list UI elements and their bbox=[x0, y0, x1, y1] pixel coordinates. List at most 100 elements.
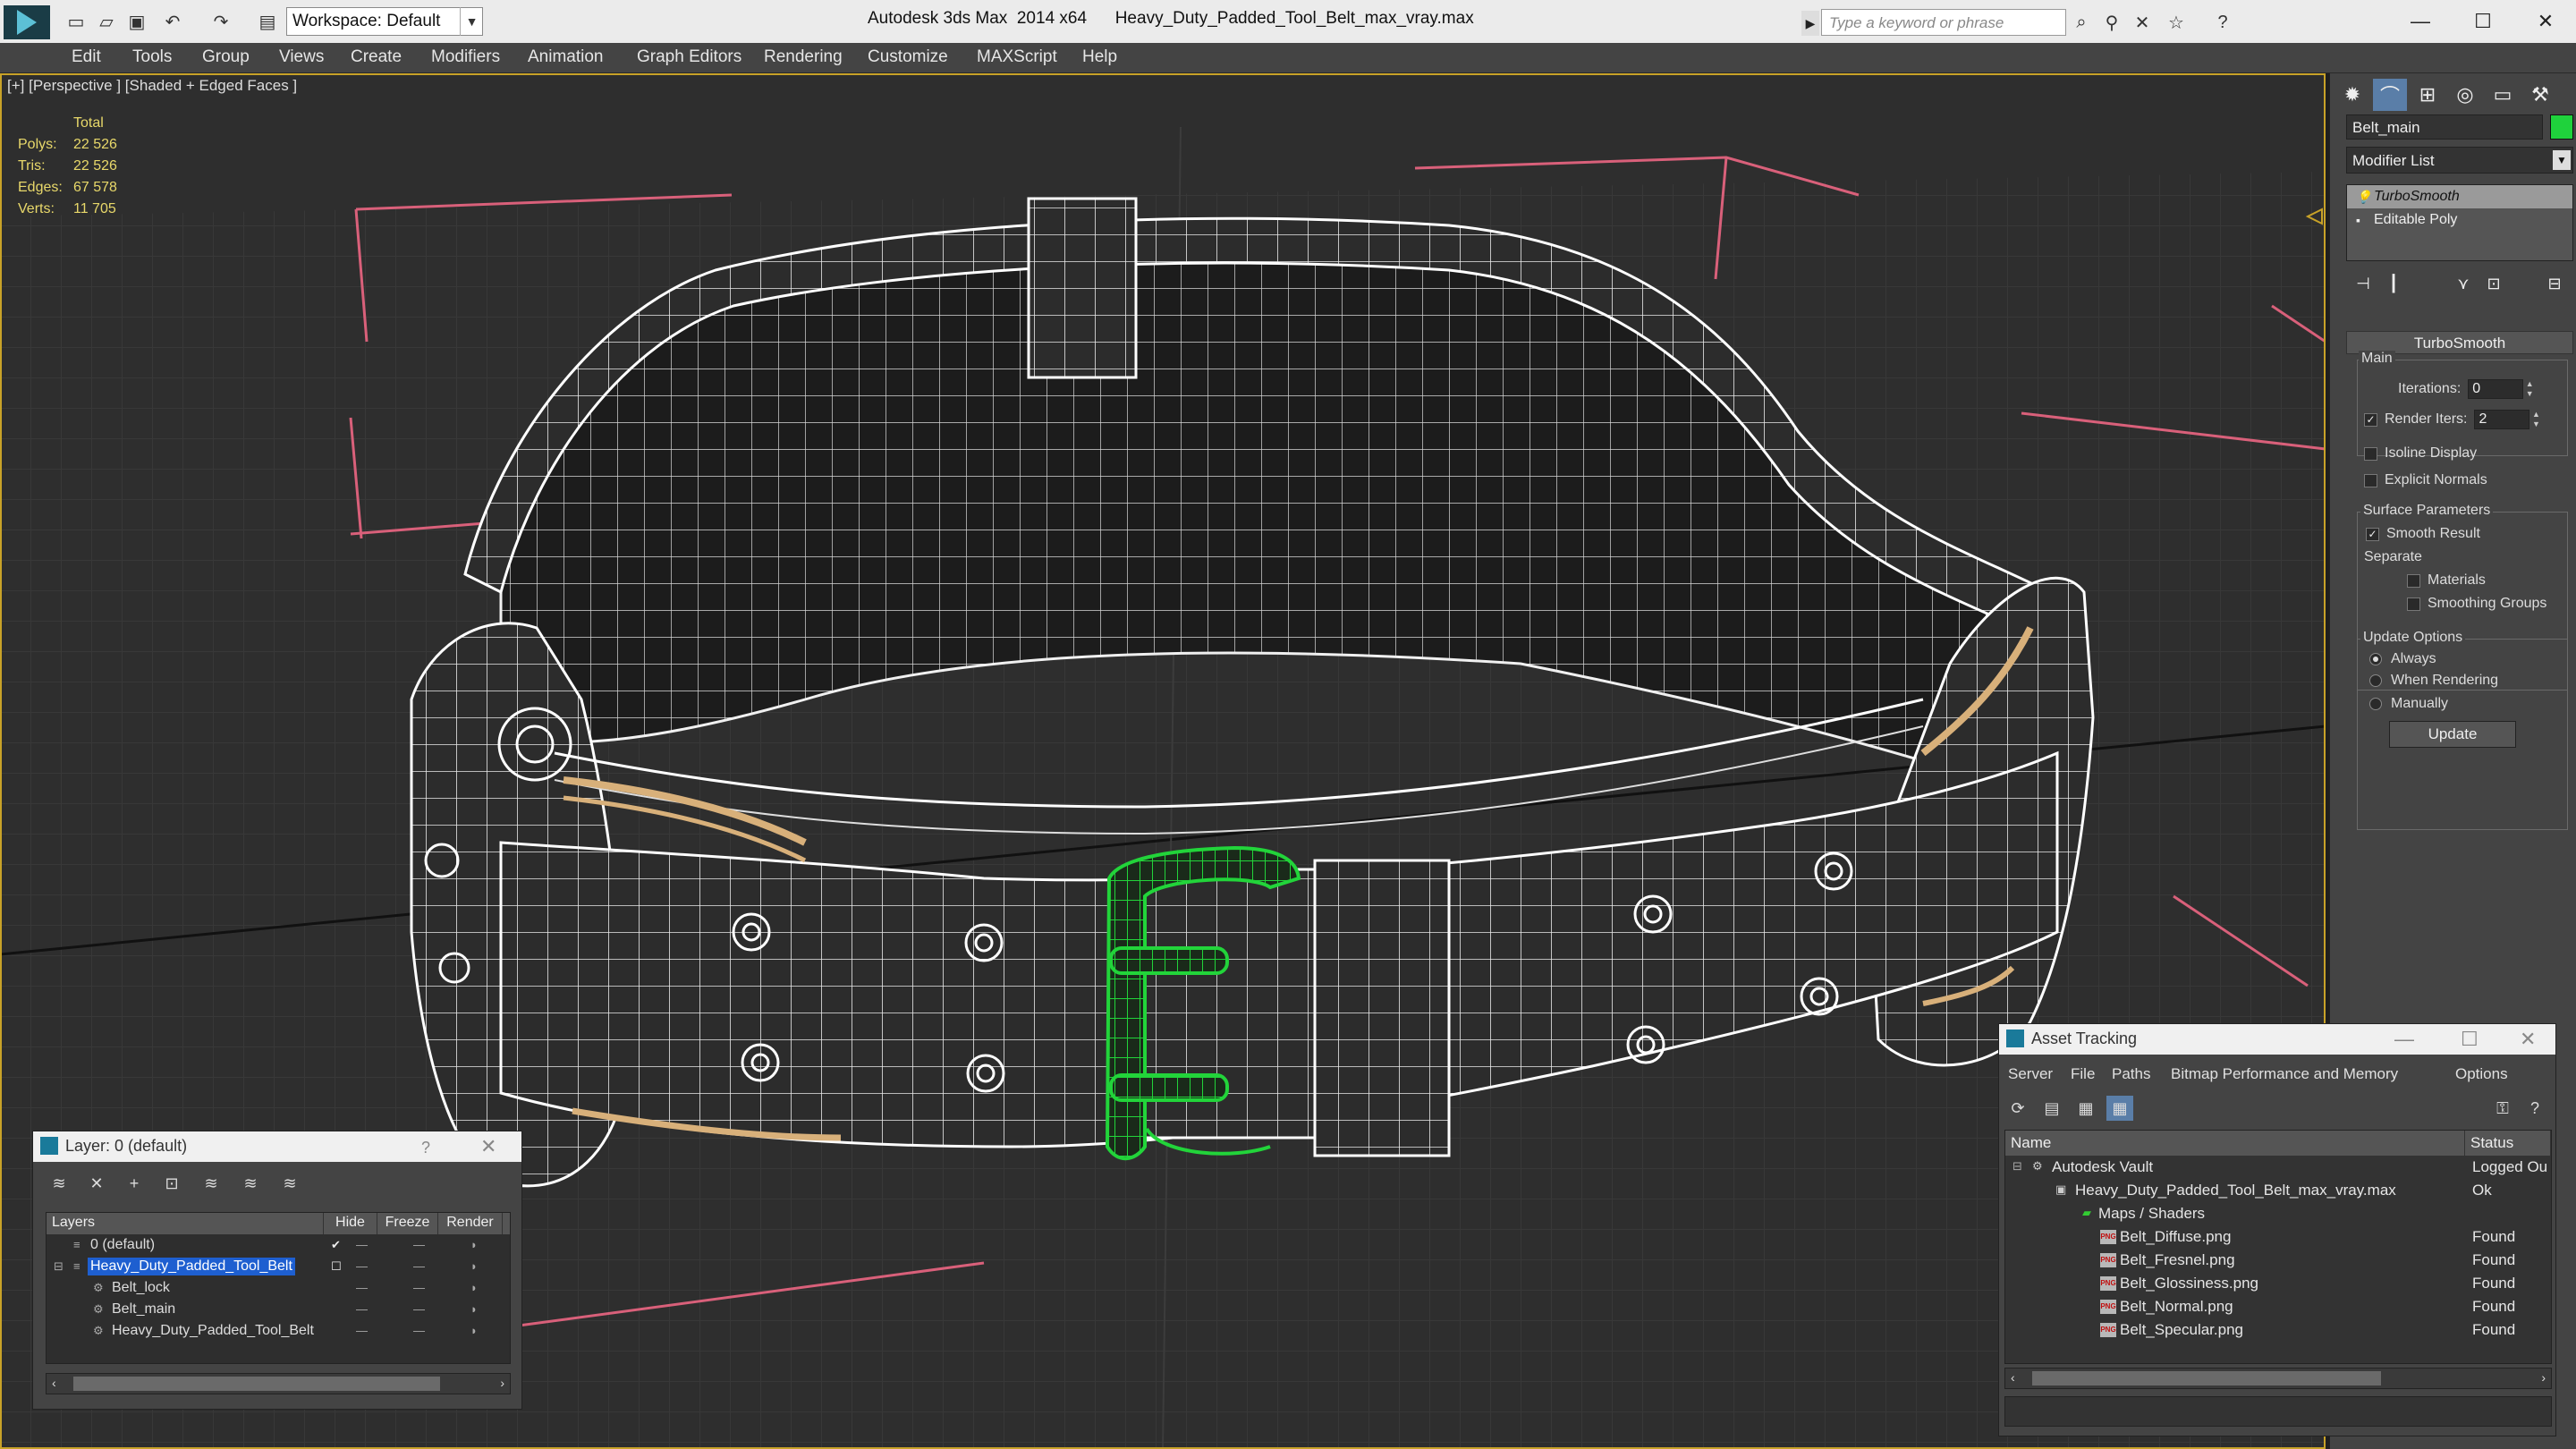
scroll-thumb[interactable] bbox=[2032, 1371, 2381, 1385]
menu-create[interactable]: Create bbox=[351, 47, 402, 67]
minimize-button[interactable]: — bbox=[2394, 4, 2447, 39]
update-when-rendering-row[interactable]: When Rendering bbox=[2369, 673, 2498, 689]
column-hide[interactable]: Hide bbox=[324, 1213, 377, 1234]
layer-row[interactable]: ≡ 0 (default) ✔ — — ◗ bbox=[47, 1234, 510, 1256]
chevron-down-icon[interactable]: ▼ bbox=[460, 7, 483, 36]
workspace-dropdown[interactable]: Workspace: Default bbox=[286, 7, 483, 36]
hide-toggle-icon[interactable]: — bbox=[356, 1281, 368, 1294]
menu-modifiers[interactable]: Modifiers bbox=[431, 47, 500, 67]
search-expand-icon[interactable]: ▶ bbox=[1801, 11, 1819, 36]
asset-row[interactable]: ⊟ ⚙ Autodesk Vault Logged Ou bbox=[2005, 1156, 2551, 1179]
add-to-layer-icon[interactable]: + bbox=[121, 1171, 148, 1196]
asset-menu-paths[interactable]: Paths bbox=[2112, 1065, 2150, 1083]
hide-all-layers-icon[interactable]: ≋ bbox=[237, 1171, 264, 1196]
vault-login-icon[interactable]: ⚿ bbox=[2489, 1096, 2516, 1121]
asset-row[interactable]: PNG Belt_Diffuse.png Found bbox=[2005, 1225, 2551, 1249]
iterations-spinner[interactable]: 0 bbox=[2468, 379, 2524, 399]
horizontal-scrollbar[interactable]: ‹ › bbox=[46, 1373, 511, 1394]
menu-rendering[interactable]: Rendering bbox=[764, 47, 843, 67]
layer-row[interactable]: ⚙ Belt_lock — — ◗ bbox=[47, 1277, 510, 1299]
spinner-arrows-icon[interactable]: ▲ ▼ bbox=[2523, 379, 2536, 399]
highlight-layer-icon[interactable]: ≋ bbox=[198, 1171, 225, 1196]
freeze-toggle-icon[interactable]: — bbox=[413, 1238, 425, 1251]
explicit-normals-row[interactable]: Explicit Normals bbox=[2364, 472, 2487, 488]
menu-animation[interactable]: Animation bbox=[528, 47, 604, 67]
asset-row[interactable]: PNG Belt_Normal.png Found bbox=[2005, 1295, 2551, 1318]
refresh-icon[interactable]: ⟳ bbox=[2004, 1096, 2031, 1121]
redo-icon[interactable]: ↷ bbox=[208, 9, 234, 34]
display-tab-icon[interactable]: ▭ bbox=[2486, 79, 2520, 111]
render-teapot-icon[interactable]: ◗ bbox=[470, 1302, 478, 1316]
freeze-all-layers-icon[interactable]: ≋ bbox=[276, 1171, 303, 1196]
list-view-icon[interactable]: ▤ bbox=[2038, 1096, 2065, 1121]
explicit-normals-checkbox[interactable] bbox=[2364, 473, 2377, 487]
table-view-icon[interactable]: ▦ bbox=[2106, 1096, 2133, 1121]
app-logo-icon[interactable] bbox=[4, 5, 50, 39]
freeze-toggle-icon[interactable]: — bbox=[413, 1302, 425, 1316]
favorites-star-icon[interactable]: ☆ bbox=[2163, 11, 2190, 34]
render-iters-checkbox[interactable]: ✓ bbox=[2364, 412, 2377, 427]
asset-menu-options[interactable]: Options bbox=[2455, 1065, 2508, 1083]
undo-icon[interactable]: ↶ bbox=[159, 9, 186, 34]
configure-sets-icon[interactable]: ⊟ bbox=[2543, 272, 2566, 295]
spinner-arrows-icon[interactable]: ▲ ▼ bbox=[2529, 410, 2542, 429]
update-button[interactable]: Update bbox=[2389, 721, 2516, 748]
search-input[interactable]: Type a keyword or phrase bbox=[1821, 9, 2066, 36]
close-button[interactable]: ✕ bbox=[2519, 4, 2572, 39]
expand-plus-icon[interactable]: ▪ bbox=[2356, 213, 2360, 227]
layer-row[interactable]: ⊟ ≡ Heavy_Duty_Padded_Tool_Belt ☐ — — ◗ bbox=[47, 1256, 510, 1277]
stack-item-editable-poly[interactable]: ▪ Editable Poly bbox=[2347, 208, 2572, 232]
freeze-toggle-icon[interactable]: — bbox=[413, 1259, 425, 1273]
close-icon[interactable]: ✕ bbox=[2520, 1028, 2536, 1051]
minimize-icon[interactable]: — bbox=[2394, 1028, 2414, 1051]
maximize-button[interactable]: ☐ bbox=[2456, 4, 2510, 39]
help-icon[interactable]: ? bbox=[421, 1139, 430, 1157]
checkmark-icon[interactable]: ✔ bbox=[331, 1238, 341, 1252]
layer-row[interactable]: ⚙ Belt_main — — ◗ bbox=[47, 1299, 510, 1320]
modifier-list-dropdown[interactable]: Modifier List ▼ bbox=[2346, 147, 2573, 174]
asset-row[interactable]: ▣ Heavy_Duty_Padded_Tool_Belt_max_vray.m… bbox=[2005, 1179, 2551, 1202]
lightbulb-icon[interactable]: 💡 bbox=[2356, 190, 2371, 205]
when-rendering-radio[interactable] bbox=[2369, 674, 2382, 687]
close-icon[interactable]: ✕ bbox=[480, 1135, 496, 1158]
asset-row[interactable]: PNG Belt_Fresnel.png Found bbox=[2005, 1249, 2551, 1272]
horizontal-scrollbar[interactable]: ‹ › bbox=[2004, 1368, 2552, 1389]
show-end-result-icon[interactable]: ┃ bbox=[2382, 272, 2405, 295]
remove-modifier-icon[interactable]: ⊡ bbox=[2482, 272, 2505, 295]
isoline-display-checkbox[interactable] bbox=[2364, 446, 2377, 461]
tree-view-icon[interactable]: ▦ bbox=[2072, 1096, 2099, 1121]
render-teapot-icon[interactable]: ◗ bbox=[470, 1259, 478, 1273]
column-render[interactable]: Render bbox=[438, 1213, 503, 1234]
chevron-down-icon[interactable]: ▼ bbox=[2553, 150, 2571, 170]
asset-menu-file[interactable]: File bbox=[2071, 1065, 2095, 1083]
smooth-result-row[interactable]: ✓ Smooth Result bbox=[2366, 526, 2480, 542]
isoline-display-row[interactable]: Isoline Display bbox=[2364, 445, 2477, 462]
layer-row[interactable]: ⚙ Heavy_Duty_Padded_Tool_Belt — — ◗ bbox=[47, 1320, 510, 1342]
stack-item-turbosmooth[interactable]: 💡 TurboSmooth bbox=[2347, 185, 2572, 208]
project-folder-icon[interactable]: ▤ bbox=[254, 9, 281, 34]
scroll-left-icon[interactable]: ‹ bbox=[2011, 1370, 2015, 1385]
current-layer-box-icon[interactable]: ☐ bbox=[331, 1259, 342, 1274]
hide-toggle-icon[interactable]: — bbox=[356, 1259, 368, 1273]
column-freeze[interactable]: Freeze bbox=[377, 1213, 438, 1234]
render-teapot-icon[interactable]: ◗ bbox=[470, 1324, 478, 1337]
update-always-row[interactable]: Always bbox=[2369, 651, 2436, 667]
collapse-icon[interactable]: ⊟ bbox=[2012, 1159, 2022, 1174]
menu-graph-editors[interactable]: Graph Editors bbox=[637, 47, 741, 67]
new-file-icon[interactable]: ▭ bbox=[63, 9, 89, 34]
menu-group[interactable]: Group bbox=[202, 47, 250, 67]
materials-row[interactable]: Materials bbox=[2407, 572, 2486, 589]
hide-toggle-icon[interactable]: — bbox=[356, 1302, 368, 1316]
scroll-right-icon[interactable]: › bbox=[2541, 1370, 2546, 1385]
open-file-icon[interactable]: ▱ bbox=[93, 9, 120, 34]
manually-radio[interactable] bbox=[2369, 698, 2382, 710]
select-objects-icon[interactable]: ⊡ bbox=[158, 1171, 185, 1196]
communication-icon[interactable]: ✕ bbox=[2129, 11, 2156, 34]
freeze-toggle-icon[interactable]: — bbox=[413, 1324, 425, 1337]
motion-tab-icon[interactable]: ◎ bbox=[2448, 79, 2482, 111]
asset-menu-bitmap-performance[interactable]: Bitmap Performance and Memory bbox=[2171, 1065, 2398, 1083]
smoothing-groups-checkbox[interactable] bbox=[2407, 597, 2420, 611]
smoothing-groups-row[interactable]: Smoothing Groups bbox=[2407, 596, 2546, 612]
menu-help[interactable]: Help bbox=[1082, 47, 1117, 67]
create-tab-sun-icon[interactable]: ✹ bbox=[2335, 79, 2369, 111]
